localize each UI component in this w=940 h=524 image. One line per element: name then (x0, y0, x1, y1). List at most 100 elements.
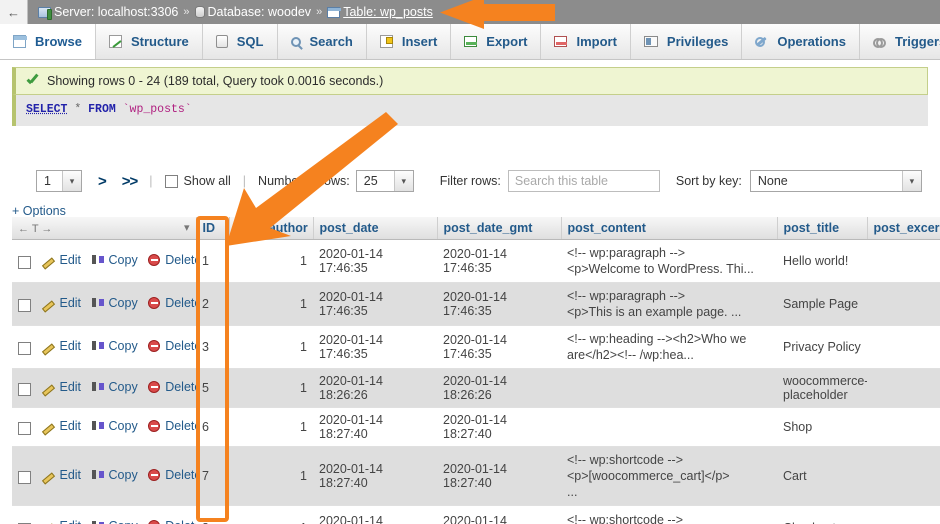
delete-icon (148, 420, 160, 432)
options-toggle-link[interactable]: + Options (12, 204, 66, 218)
tab-insert[interactable]: Insert (367, 24, 451, 59)
copy-label: Copy (109, 519, 138, 524)
copy-label: Copy (109, 468, 138, 482)
table-row[interactable]: Edit Copy Delete 3 1 2020-01-14 17:46:35… (12, 326, 940, 369)
table-row[interactable]: Edit Copy Delete 8 1 2020-01-14 18:27:41… (12, 506, 940, 524)
column-header-post-title[interactable]: post_title (777, 217, 867, 240)
cell-post-excerpt (867, 506, 940, 524)
tab-import[interactable]: Import (541, 24, 630, 59)
tab-browse[interactable]: Browse (0, 24, 96, 59)
delete-label: Delete (165, 253, 196, 267)
edit-label: Edit (59, 468, 81, 482)
row-select-checkbox[interactable] (18, 471, 31, 484)
cell-id: 8 (196, 506, 229, 524)
edit-action[interactable]: Edit (42, 253, 83, 267)
back-arrow-icon[interactable]: ← (0, 0, 28, 24)
tab-privileges[interactable]: Privileges (631, 24, 742, 59)
show-all-checkbox[interactable] (165, 175, 178, 188)
rows-per-page-select[interactable]: 25 ▾ (356, 170, 414, 192)
edit-action[interactable]: Edit (42, 339, 83, 353)
copy-action[interactable]: Copy (92, 468, 140, 482)
edit-action[interactable]: Edit (42, 380, 83, 394)
table-row[interactable]: Edit Copy Delete 7 1 2020-01-14 18:27:40… (12, 447, 940, 506)
tab-sql[interactable]: SQL (203, 24, 278, 59)
delete-action[interactable]: Delete (148, 419, 196, 433)
delete-action[interactable]: Delete (148, 468, 196, 482)
column-header-post-date[interactable]: post_date (313, 217, 437, 240)
row-select-checkbox[interactable] (18, 256, 31, 269)
column-header-post-date-gmt[interactable]: post_date_gmt (437, 217, 561, 240)
column-header-post-author[interactable]: post_author (229, 217, 313, 240)
edit-action[interactable]: Edit (42, 519, 83, 524)
copy-icon (92, 254, 104, 266)
table-row[interactable]: Edit Copy Delete 6 1 2020-01-14 18:27:40… (12, 408, 940, 447)
tab-triggers-label: Triggers (895, 35, 940, 48)
cell-id: 5 (196, 369, 229, 408)
cell-id: 2 (196, 283, 229, 326)
edit-action[interactable]: Edit (42, 419, 83, 433)
table-row[interactable]: Edit Copy Delete 2 1 2020-01-14 17:46:35… (12, 283, 940, 326)
table-row[interactable]: Edit Copy Delete 5 1 2020-01-14 18:26:26… (12, 369, 940, 408)
copy-action[interactable]: Copy (92, 296, 140, 310)
sort-order-header[interactable]: ← T → ▾ (12, 217, 196, 240)
delete-action[interactable]: Delete (148, 296, 196, 310)
cell-id: 7 (196, 447, 229, 506)
row-select-checkbox[interactable] (18, 383, 31, 396)
breadcrumb-table[interactable]: Table: wp_posts (343, 5, 433, 19)
copy-action[interactable]: Copy (92, 339, 140, 353)
row-select-checkbox[interactable] (18, 299, 31, 312)
copy-action[interactable]: Copy (92, 519, 140, 524)
table-icon (327, 7, 340, 18)
page-select[interactable]: 1 ▾ (36, 170, 82, 192)
cell-post-content: <!-- wp:paragraph --> <p>This is an exam… (561, 283, 777, 326)
copy-label: Copy (109, 296, 138, 310)
cell-post-date-gmt: 2020-01-14 17:46:35 (437, 326, 561, 369)
sort-order-label: ← T → (18, 223, 52, 235)
next-page-button[interactable]: > (98, 173, 106, 190)
column-header-id[interactable]: ID (196, 217, 229, 240)
column-header-post-content[interactable]: post_content (561, 217, 777, 240)
edit-action[interactable]: Edit (42, 296, 83, 310)
results-toolbar: 1 ▾ > >> | Show all | Number of rows: 25… (0, 166, 940, 196)
pencil-icon (42, 381, 54, 393)
delete-icon (148, 297, 160, 309)
export-icon (464, 36, 477, 47)
tab-browse-label: Browse (35, 35, 82, 48)
cell-post-content: <!-- wp:shortcode --> <p>[woocommerce_ca… (561, 447, 777, 506)
copy-action[interactable]: Copy (92, 380, 140, 394)
tab-search[interactable]: Search (278, 24, 367, 59)
delete-action[interactable]: Delete (148, 253, 196, 267)
edit-label: Edit (59, 380, 81, 394)
delete-action[interactable]: Delete (148, 380, 196, 394)
tab-export[interactable]: Export (451, 24, 541, 59)
delete-icon (148, 340, 160, 352)
sort-by-key-select[interactable]: None ▾ (750, 170, 922, 192)
filter-rows-input[interactable]: Search this table (508, 170, 660, 192)
edit-label: Edit (59, 339, 81, 353)
delete-action[interactable]: Delete (148, 339, 196, 353)
edit-action[interactable]: Edit (42, 468, 83, 482)
chevron-down-icon[interactable]: ▾ (184, 221, 190, 234)
tab-operations[interactable]: Operations (742, 24, 860, 59)
cell-post-date: 2020-01-14 17:46:35 (313, 326, 437, 369)
table-row[interactable]: Edit Copy Delete 1 1 2020-01-14 17:46:35… (12, 240, 940, 283)
database-icon (195, 6, 205, 18)
sql-keyword-select[interactable]: SELECT (26, 103, 67, 116)
chevron-down-icon: ▾ (394, 171, 413, 191)
delete-label: Delete (165, 519, 196, 524)
last-page-button[interactable]: >> (122, 173, 138, 190)
tab-triggers[interactable]: Triggers (860, 24, 940, 59)
copy-icon (92, 381, 104, 393)
breadcrumb-database[interactable]: Database: woodev (208, 5, 312, 19)
show-all-label[interactable]: Show all (184, 174, 231, 188)
copy-action[interactable]: Copy (92, 253, 140, 267)
browse-icon (13, 35, 26, 48)
delete-action[interactable]: Delete (148, 519, 196, 524)
copy-action[interactable]: Copy (92, 419, 140, 433)
column-header-post-excerpt[interactable]: post_excerpt (867, 217, 940, 240)
cell-post-date-gmt: 2020-01-14 18:27:40 (437, 408, 561, 447)
breadcrumb-server[interactable]: Server: localhost:3306 (54, 5, 178, 19)
tab-structure[interactable]: Structure (96, 24, 203, 59)
row-select-checkbox[interactable] (18, 422, 31, 435)
row-select-checkbox[interactable] (18, 342, 31, 355)
